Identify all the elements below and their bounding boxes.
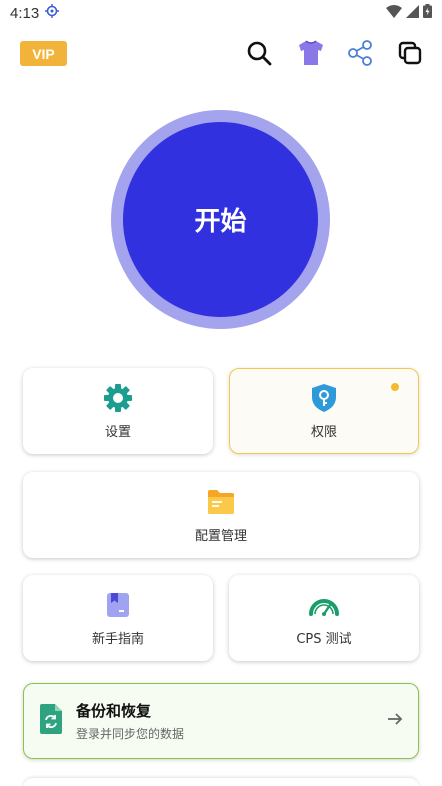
permissions-card[interactable]: 权限 — [229, 368, 419, 454]
backup-subtitle: 登录并同步您的数据 — [76, 727, 185, 741]
arrow-right-icon — [386, 710, 404, 732]
share-icon[interactable] — [344, 37, 376, 69]
gear-icon — [103, 383, 133, 413]
battery-icon — [423, 4, 432, 22]
guide-card[interactable]: 新手指南 — [23, 575, 213, 661]
start-button[interactable]: 开始 — [123, 122, 318, 317]
signal-icon — [406, 4, 419, 22]
guide-label: 新手指南 — [91, 631, 144, 647]
cps-test-label: CPS 测试 — [296, 631, 352, 647]
vip-badge[interactable]: VIP — [20, 41, 67, 66]
sync-file-icon — [38, 703, 64, 739]
config-card[interactable]: 配置管理 — [23, 472, 419, 558]
location-icon — [45, 4, 60, 22]
cps-test-card[interactable]: CPS 测试 — [229, 575, 419, 661]
status-bar: 4:13 — [0, 0, 442, 26]
shield-key-icon — [309, 383, 339, 413]
notification-dot — [391, 383, 399, 391]
bookmark-book-icon — [103, 590, 133, 620]
backup-restore-card[interactable]: 备份和恢复 登录并同步您的数据 — [23, 683, 419, 759]
config-label: 配置管理 — [194, 528, 247, 544]
copy-icon[interactable] — [394, 37, 426, 69]
settings-card[interactable]: 设置 — [23, 368, 213, 454]
permissions-label: 权限 — [310, 424, 337, 440]
search-icon[interactable] — [243, 37, 275, 69]
speedometer-icon — [309, 590, 339, 620]
folder-icon — [206, 487, 236, 517]
wifi-icon — [386, 4, 402, 22]
shirt-icon[interactable] — [295, 37, 327, 69]
backup-title: 备份和恢复 — [76, 702, 152, 720]
status-time: 4:13 — [10, 4, 40, 22]
settings-label: 设置 — [104, 424, 131, 440]
next-card-peek — [23, 778, 419, 786]
